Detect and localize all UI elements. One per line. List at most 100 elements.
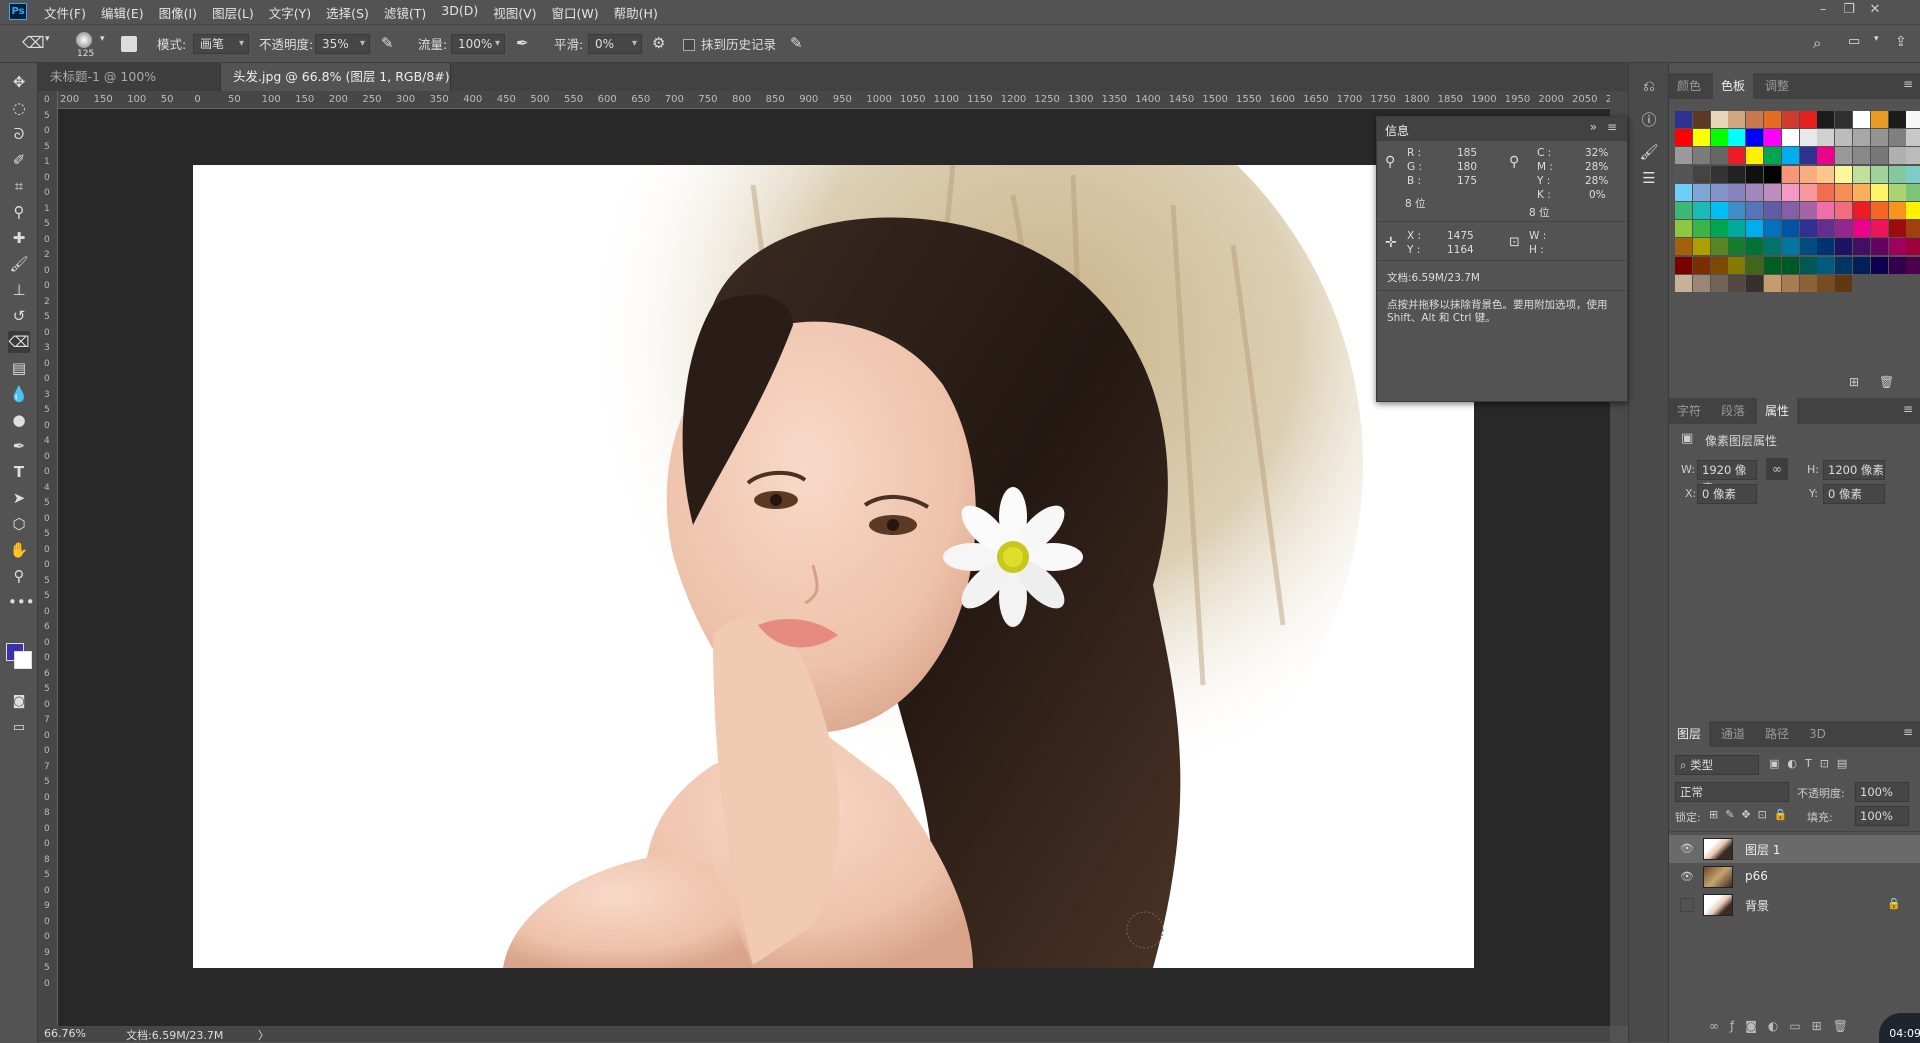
layer-row-layer1[interactable]: 👁 图层 1 (1669, 835, 1920, 863)
color-swatch[interactable] (1746, 111, 1764, 128)
color-swatch[interactable] (1817, 147, 1835, 165)
color-swatch[interactable] (1906, 220, 1920, 238)
color-swatch[interactable] (1835, 238, 1853, 256)
airbrush-icon[interactable]: ✒ (516, 34, 529, 52)
tab-paragraph[interactable]: 段落 (1713, 398, 1753, 424)
collapse-icon[interactable]: » (1590, 120, 1597, 134)
color-swatch[interactable] (1746, 183, 1764, 201)
pressure-size-icon[interactable]: ✎ (790, 34, 803, 52)
color-swatch[interactable] (1888, 165, 1906, 183)
color-swatch[interactable] (1799, 256, 1817, 274)
color-swatch[interactable] (1692, 165, 1710, 183)
more-tools-icon[interactable]: ••• (8, 591, 35, 613)
color-swatch[interactable] (1728, 256, 1746, 274)
color-swatch[interactable] (1675, 202, 1692, 219)
color-swatch[interactable] (1692, 238, 1710, 256)
opacity-input[interactable]: 35% (315, 34, 370, 54)
healing-brush-tool-icon[interactable]: ✚ (8, 227, 30, 249)
color-swatch[interactable] (1853, 111, 1870, 128)
color-swatch[interactable] (1853, 238, 1870, 256)
layer-row-p66[interactable]: 👁 p66 (1669, 863, 1920, 891)
color-swatch[interactable] (1692, 183, 1710, 201)
prop-width-input[interactable]: 1920 像素 (1697, 460, 1757, 495)
color-swatch[interactable] (1870, 165, 1888, 183)
color-swatch[interactable] (1728, 111, 1746, 128)
color-swatch[interactable] (1835, 220, 1853, 238)
tab-properties[interactable]: 属性 (1757, 398, 1798, 424)
color-swatch[interactable] (1728, 220, 1746, 238)
color-swatch[interactable] (1764, 147, 1781, 165)
color-swatch[interactable] (1781, 183, 1799, 201)
new-swatch-icon[interactable]: ⊞ (1849, 375, 1859, 389)
color-swatch[interactable] (1746, 147, 1764, 165)
color-swatch[interactable] (1853, 256, 1870, 274)
color-swatch[interactable] (1764, 111, 1781, 128)
visibility-eye-icon[interactable]: 👁 (1680, 842, 1694, 856)
color-swatch[interactable] (1853, 220, 1870, 238)
dodge-tool-icon[interactable]: ● (8, 409, 30, 431)
color-swatch[interactable] (1710, 111, 1728, 128)
color-swatch[interactable] (1888, 111, 1906, 128)
lock-icons[interactable]: ⊞✎✥⊡🔒 (1709, 808, 1795, 821)
restore-icon[interactable]: ❐ (1836, 2, 1862, 17)
color-swatch[interactable] (1799, 111, 1817, 128)
eraser-tool-icon[interactable]: ⌫ (8, 331, 30, 353)
adjust-panel-icon[interactable]: ☰ (1638, 167, 1660, 189)
color-swatch[interactable] (1853, 202, 1870, 219)
color-swatch[interactable] (1710, 202, 1728, 219)
color-swatch[interactable] (1728, 129, 1746, 147)
move-tool-icon[interactable]: ✥ (8, 71, 30, 93)
color-swatch[interactable] (1728, 238, 1746, 256)
color-swatch[interactable] (1764, 129, 1781, 147)
color-swatch[interactable] (1675, 147, 1692, 165)
color-swatch[interactable] (1781, 111, 1799, 128)
color-swatch[interactable] (1870, 111, 1888, 128)
brush-tool-icon[interactable]: 🖌 (8, 253, 30, 275)
color-swatch[interactable] (1692, 256, 1710, 274)
search-icon[interactable]: ⌕ (1813, 34, 1821, 52)
menu-item[interactable]: 视图(V) (493, 3, 536, 22)
panel-menu-icon[interactable]: ≡ (1903, 77, 1913, 91)
color-swatch[interactable] (1835, 274, 1853, 292)
background-color-swatch[interactable] (14, 651, 32, 669)
color-swatch[interactable] (1906, 129, 1920, 147)
menu-item[interactable]: 图层(L) (212, 3, 254, 22)
color-swatch[interactable] (1675, 256, 1692, 274)
layer-row-background[interactable]: 背景 🔒 (1669, 891, 1920, 919)
color-swatch[interactable] (1853, 129, 1870, 147)
pressure-opacity-icon[interactable]: ✎ (381, 34, 394, 52)
color-swatch[interactable] (1746, 220, 1764, 238)
color-swatch[interactable] (1888, 129, 1906, 147)
layer-opacity-input[interactable]: 100% (1855, 782, 1909, 802)
color-swatch[interactable] (1675, 274, 1692, 292)
prop-height-input[interactable]: 1200 像素 (1823, 460, 1885, 480)
color-swatch[interactable] (1888, 183, 1906, 201)
color-swatch[interactable] (1781, 129, 1799, 147)
color-swatch[interactable] (1710, 256, 1728, 274)
color-swatch[interactable] (1781, 147, 1799, 165)
color-swatch[interactable] (1817, 274, 1835, 292)
flow-input[interactable]: 100% (451, 34, 505, 54)
erase-to-history-checkbox[interactable] (683, 39, 695, 51)
panel-menu-icon[interactable]: ≡ (1607, 120, 1617, 134)
layer-actions[interactable]: ∞ƒ◙◐▭⊞🗑 (1709, 1019, 1859, 1033)
color-swatch[interactable] (1746, 256, 1764, 274)
color-swatch[interactable] (1675, 111, 1692, 128)
color-swatch[interactable] (1710, 274, 1728, 292)
color-swatch[interactable] (1799, 147, 1817, 165)
color-swatch[interactable] (1781, 220, 1799, 238)
color-swatch[interactable] (1781, 165, 1799, 183)
color-swatch[interactable] (1710, 147, 1728, 165)
color-swatch[interactable] (1870, 238, 1888, 256)
prop-x-input[interactable]: 0 像素 (1697, 484, 1757, 504)
color-swatch[interactable] (1781, 256, 1799, 274)
color-swatch[interactable] (1764, 274, 1781, 292)
prop-y-input[interactable]: 0 像素 (1823, 484, 1885, 504)
tab-character[interactable]: 字符 (1669, 398, 1709, 424)
eyedropper-tool-icon[interactable]: ⚲ (8, 201, 30, 223)
path-selection-tool-icon[interactable]: ➤ (8, 487, 30, 509)
pen-tool-icon[interactable]: ✒ (8, 435, 30, 457)
close-icon[interactable]: ✕ (1862, 2, 1888, 17)
color-swatch[interactable] (1710, 165, 1728, 183)
color-swatch[interactable] (1888, 220, 1906, 238)
